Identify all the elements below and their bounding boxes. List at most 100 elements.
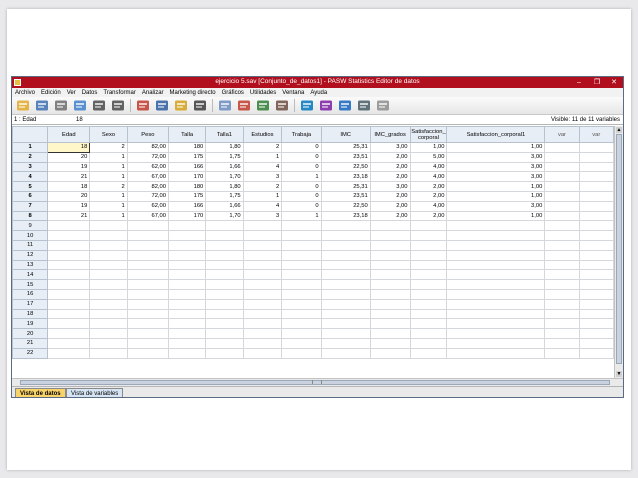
data-cell[interactable]: 20 — [47, 190, 91, 202]
data-cell[interactable] — [320, 269, 371, 281]
row-number-header[interactable]: 14 — [12, 269, 49, 281]
data-cell[interactable]: 166 — [167, 161, 207, 173]
column-header[interactable]: Talla — [167, 126, 207, 143]
data-cell[interactable]: 170 — [167, 171, 207, 183]
data-cell[interactable] — [281, 249, 322, 261]
data-cell[interactable] — [578, 279, 614, 290]
data-cell[interactable]: 1,00 — [446, 181, 546, 192]
weight-cases-icon[interactable] — [275, 99, 289, 112]
data-cell[interactable] — [89, 239, 128, 251]
data-cell[interactable] — [205, 239, 244, 251]
data-cell[interactable]: 3,00 — [369, 142, 411, 153]
column-header[interactable]: Edad — [47, 126, 91, 143]
menu-item-utilidades[interactable]: Utilidades — [250, 90, 276, 96]
data-cell[interactable] — [167, 269, 207, 281]
row-number-header[interactable]: 22 — [12, 347, 49, 359]
menu-item-ayuda[interactable]: Ayuda — [310, 90, 327, 96]
data-cell[interactable]: 1,80 — [205, 142, 244, 153]
data-cell[interactable] — [446, 269, 546, 281]
row-number-header[interactable]: 5 — [12, 181, 49, 192]
row-number-header[interactable]: 16 — [12, 288, 49, 300]
data-cell[interactable]: 1 — [242, 151, 283, 163]
data-cell[interactable] — [369, 328, 411, 339]
data-cell[interactable]: 180 — [167, 142, 207, 153]
data-cell[interactable] — [205, 269, 244, 281]
data-cell[interactable] — [446, 347, 546, 359]
data-cell[interactable] — [242, 337, 283, 349]
insert-variable-icon[interactable] — [237, 99, 251, 112]
print-icon[interactable] — [54, 99, 68, 112]
row-number-header[interactable]: 7 — [12, 200, 49, 212]
data-cell[interactable] — [320, 298, 371, 310]
data-cell[interactable] — [578, 161, 614, 173]
data-cell[interactable] — [320, 279, 371, 290]
data-cell[interactable] — [281, 308, 322, 320]
data-cell[interactable] — [544, 181, 580, 192]
data-cell[interactable] — [47, 328, 91, 339]
data-cell[interactable]: 1 — [281, 210, 322, 222]
data-cell[interactable]: 1,00 — [409, 142, 448, 153]
column-header[interactable]: var — [544, 126, 580, 143]
data-cell[interactable] — [205, 288, 244, 300]
menu-item-marketing-directo[interactable]: Marketing directo — [170, 90, 216, 96]
data-cell[interactable] — [369, 337, 411, 349]
menu-item-edición[interactable]: Edición — [41, 90, 61, 96]
data-cell[interactable] — [544, 288, 580, 300]
data-cell[interactable] — [578, 151, 614, 163]
data-cell[interactable] — [446, 279, 546, 290]
data-cell[interactable]: 19 — [47, 200, 91, 212]
data-cell[interactable]: 1,75 — [205, 190, 244, 202]
data-cell[interactable]: 67,00 — [126, 210, 170, 222]
column-header[interactable]: IMC_grados — [369, 126, 411, 143]
vertical-scroll-thumb[interactable] — [616, 134, 622, 364]
data-cell[interactable] — [281, 288, 322, 300]
menu-item-ver[interactable]: Ver — [67, 90, 76, 96]
data-cell[interactable]: 5,00 — [409, 151, 448, 163]
menu-item-transformar[interactable]: Transformar — [103, 90, 135, 96]
data-cell[interactable]: 72,00 — [126, 151, 170, 163]
data-cell[interactable] — [242, 328, 283, 339]
data-cell[interactable]: 2,00 — [409, 181, 448, 192]
data-cell[interactable] — [320, 249, 371, 261]
data-cell[interactable]: 62,00 — [126, 161, 170, 173]
data-cell[interactable] — [369, 249, 411, 261]
data-cell[interactable]: 0 — [281, 142, 322, 153]
data-cell[interactable] — [320, 308, 371, 320]
data-cell[interactable]: 20 — [47, 151, 91, 163]
data-cell[interactable] — [578, 298, 614, 310]
data-cell[interactable]: 1,70 — [205, 171, 244, 183]
data-cell[interactable] — [369, 230, 411, 241]
data-cell[interactable] — [242, 269, 283, 281]
data-cell[interactable]: 23,51 — [320, 190, 371, 202]
data-cell[interactable]: 1,00 — [446, 142, 546, 153]
data-cell[interactable] — [578, 288, 614, 300]
column-header[interactable]: Peso — [126, 126, 170, 143]
minimize-button[interactable]: – — [571, 77, 587, 88]
data-cell[interactable] — [242, 239, 283, 251]
column-header[interactable]: var — [578, 126, 614, 143]
data-cell[interactable] — [446, 249, 546, 261]
save-icon[interactable] — [35, 99, 49, 112]
data-cell[interactable]: 3,00 — [446, 161, 546, 173]
data-cell[interactable]: 0 — [281, 151, 322, 163]
row-number-header[interactable]: 11 — [12, 239, 49, 251]
data-cell[interactable]: 1,00 — [446, 190, 546, 202]
data-cell[interactable] — [167, 298, 207, 310]
data-cell[interactable] — [320, 239, 371, 251]
data-cell[interactable]: 82,00 — [126, 181, 170, 192]
data-cell[interactable] — [409, 279, 448, 290]
data-cell[interactable] — [89, 328, 128, 339]
data-cell[interactable] — [281, 337, 322, 349]
data-cell[interactable] — [409, 269, 448, 281]
data-cell[interactable]: 0 — [281, 161, 322, 173]
data-cell[interactable]: 3,00 — [446, 200, 546, 212]
data-cell[interactable] — [544, 142, 580, 153]
column-header[interactable]: Estudios — [242, 126, 283, 143]
data-cell[interactable] — [544, 210, 580, 222]
column-header[interactable]: Talla1 — [205, 126, 244, 143]
row-number-header[interactable]: 20 — [12, 328, 49, 339]
row-number-header[interactable]: 4 — [12, 171, 49, 183]
cell-value-input[interactable]: 18 — [76, 117, 83, 123]
data-cell[interactable] — [369, 279, 411, 290]
data-cell[interactable]: 1 — [281, 171, 322, 183]
